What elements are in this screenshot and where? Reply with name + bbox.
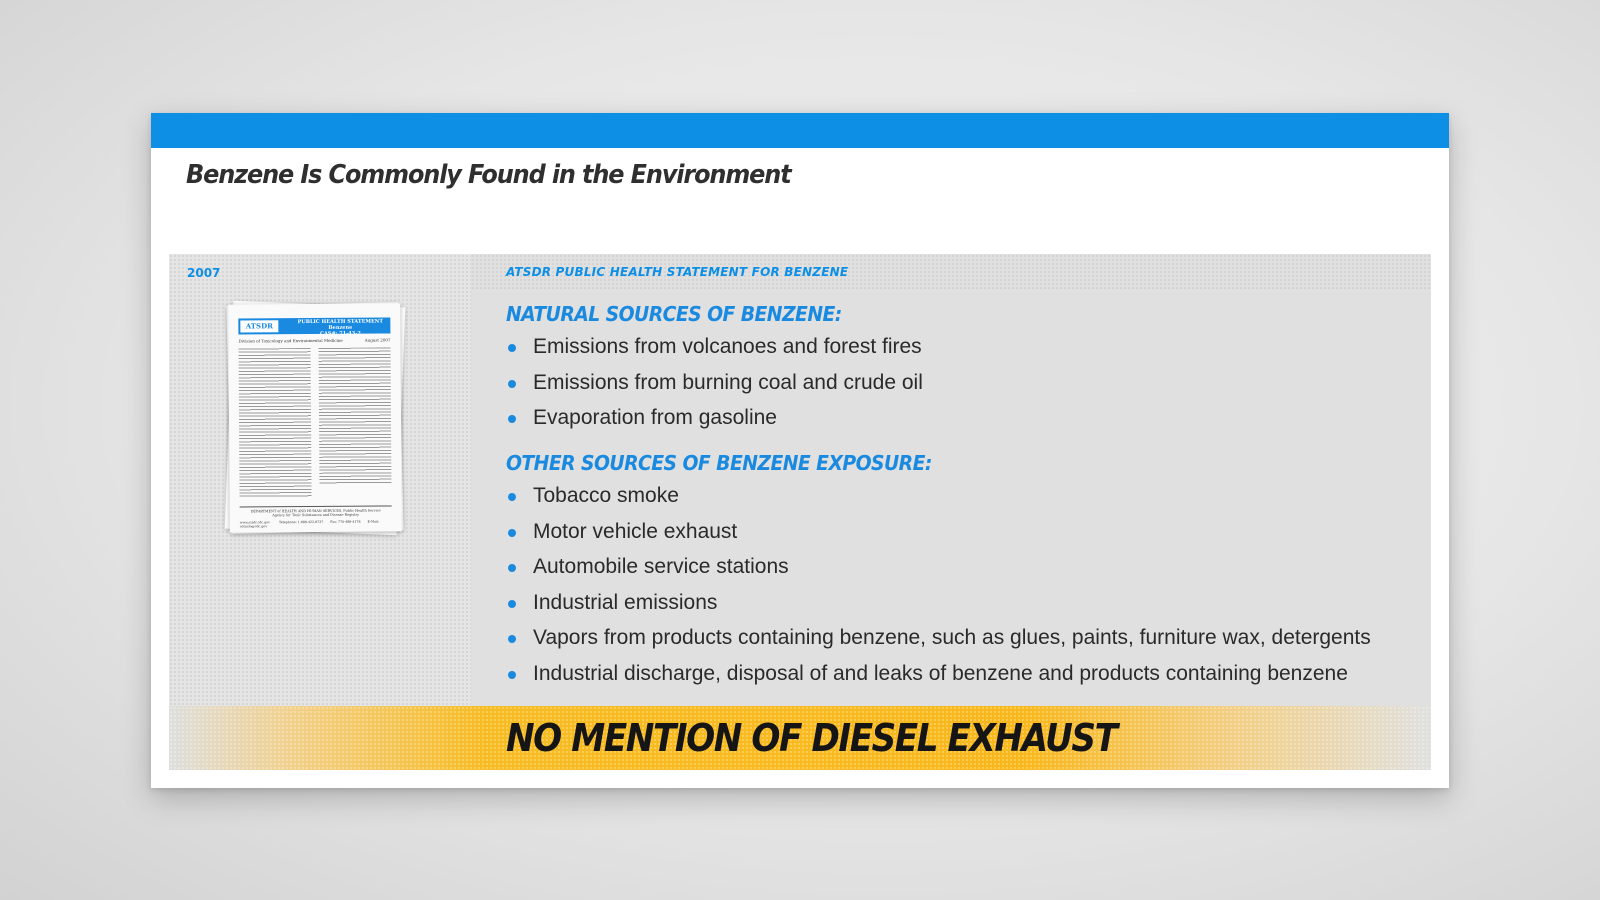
bullet-icon (508, 415, 516, 424)
list-item: Vapors from products containing benzene,… (506, 623, 1371, 659)
bullet-icon (508, 599, 516, 608)
list-item-text: Vapors from products containing benzene,… (533, 626, 1371, 650)
document-footer-rule (239, 505, 392, 508)
list-item: Industrial emissions (506, 588, 1371, 624)
document-footer-agency: Agency for Toxic Substances and Disease … (272, 513, 360, 518)
list-item: Emissions from burning coal and crude oi… (506, 368, 923, 404)
document-header: ATSDR PUBLIC HEALTH STATEMENT Benzene CA… (238, 317, 391, 337)
document-column: 2007 ATSDR PUBLIC HEALTH STATEMENT Benze… (169, 254, 471, 706)
list-item-text: Automobile service stations (533, 555, 789, 579)
document-footer-phone: Telephone: 1-888-422-8737 (278, 519, 324, 525)
list-item-text: Motor vehicle exhaust (533, 519, 738, 543)
list-item: Automobile service stations (506, 552, 1371, 588)
document-footer-contacts: www.atsdr.cdc.gov Telephone: 1-888-422-8… (240, 519, 392, 529)
document-subhead: Division of Toxicology and Environmental… (238, 337, 390, 343)
callout-band: NO MENTION OF DIESEL EXHAUST (169, 706, 1431, 770)
other-sources-list: Tobacco smoke Motor vehicle exhaust Auto… (506, 481, 1371, 695)
slide: Benzene Is Commonly Found in the Environ… (151, 113, 1449, 788)
bullet-icon (508, 670, 516, 679)
slide-title: Benzene Is Commonly Found in the Environ… (186, 160, 792, 190)
bullet-icon (508, 493, 516, 501)
other-sources-heading: OTHER SOURCES OF BENZENE EXPOSURE: (506, 451, 932, 475)
document-header-text: PUBLIC HEALTH STATEMENT Benzene CAS#: 71… (294, 318, 386, 337)
document-division: Division of Toxicology and Environmental… (238, 337, 343, 344)
list-item-text: Emissions from volcanoes and forest fire… (533, 335, 922, 358)
list-item-text: Industrial emissions (533, 590, 718, 614)
list-item: Emissions from volcanoes and forest fire… (506, 332, 923, 368)
list-item: Motor vehicle exhaust (506, 517, 1371, 553)
sources-content: ATSDR PUBLIC HEALTH STATEMENT FOR BENZEN… (471, 254, 1431, 706)
list-item: Tobacco smoke (506, 481, 1371, 517)
list-item-text: Evaporation from gasoline (533, 406, 777, 430)
document-footer-fax: Fax: 770-488-4178 (330, 519, 361, 524)
document-header-cas: CAS#: 71-43-2 (319, 330, 361, 337)
content-panel: 2007 ATSDR PUBLIC HEALTH STATEMENT Benze… (169, 254, 1431, 770)
callout-text: NO MENTION OF DIESEL EXHAUST (506, 716, 1118, 760)
bullet-icon (508, 564, 516, 573)
source-label: ATSDR PUBLIC HEALTH STATEMENT FOR BENZEN… (506, 265, 849, 279)
document-sheet-front: ATSDR PUBLIC HEALTH STATEMENT Benzene CA… (228, 303, 402, 533)
bullet-icon (508, 379, 516, 388)
bullet-icon (508, 344, 516, 352)
list-item: Evaporation from gasoline (506, 403, 923, 439)
document-text-column-left (238, 348, 312, 499)
document-thumbnail: ATSDR PUBLIC HEALTH STATEMENT Benzene CA… (221, 300, 407, 536)
document-date: August 2007 (364, 337, 391, 343)
document-footer: DEPARTMENT of HEALTH AND HUMAN SERVICES,… (240, 508, 392, 518)
list-item: Industrial discharge, disposal of and le… (506, 659, 1371, 695)
natural-sources-list: Emissions from volcanoes and forest fire… (506, 332, 923, 439)
bullet-icon (508, 528, 516, 537)
document-year: 2007 (187, 266, 221, 280)
atsdr-logo: ATSDR (240, 320, 279, 333)
top-accent-bar (151, 113, 1449, 148)
list-item-text: Industrial discharge, disposal of and le… (533, 661, 1348, 685)
bullet-icon (508, 635, 516, 644)
document-text-column-right (318, 347, 392, 484)
list-item-text: Tobacco smoke (533, 484, 679, 507)
natural-sources-heading: NATURAL SOURCES OF BENZENE: (506, 302, 842, 326)
list-item-text: Emissions from burning coal and crude oi… (533, 370, 923, 394)
